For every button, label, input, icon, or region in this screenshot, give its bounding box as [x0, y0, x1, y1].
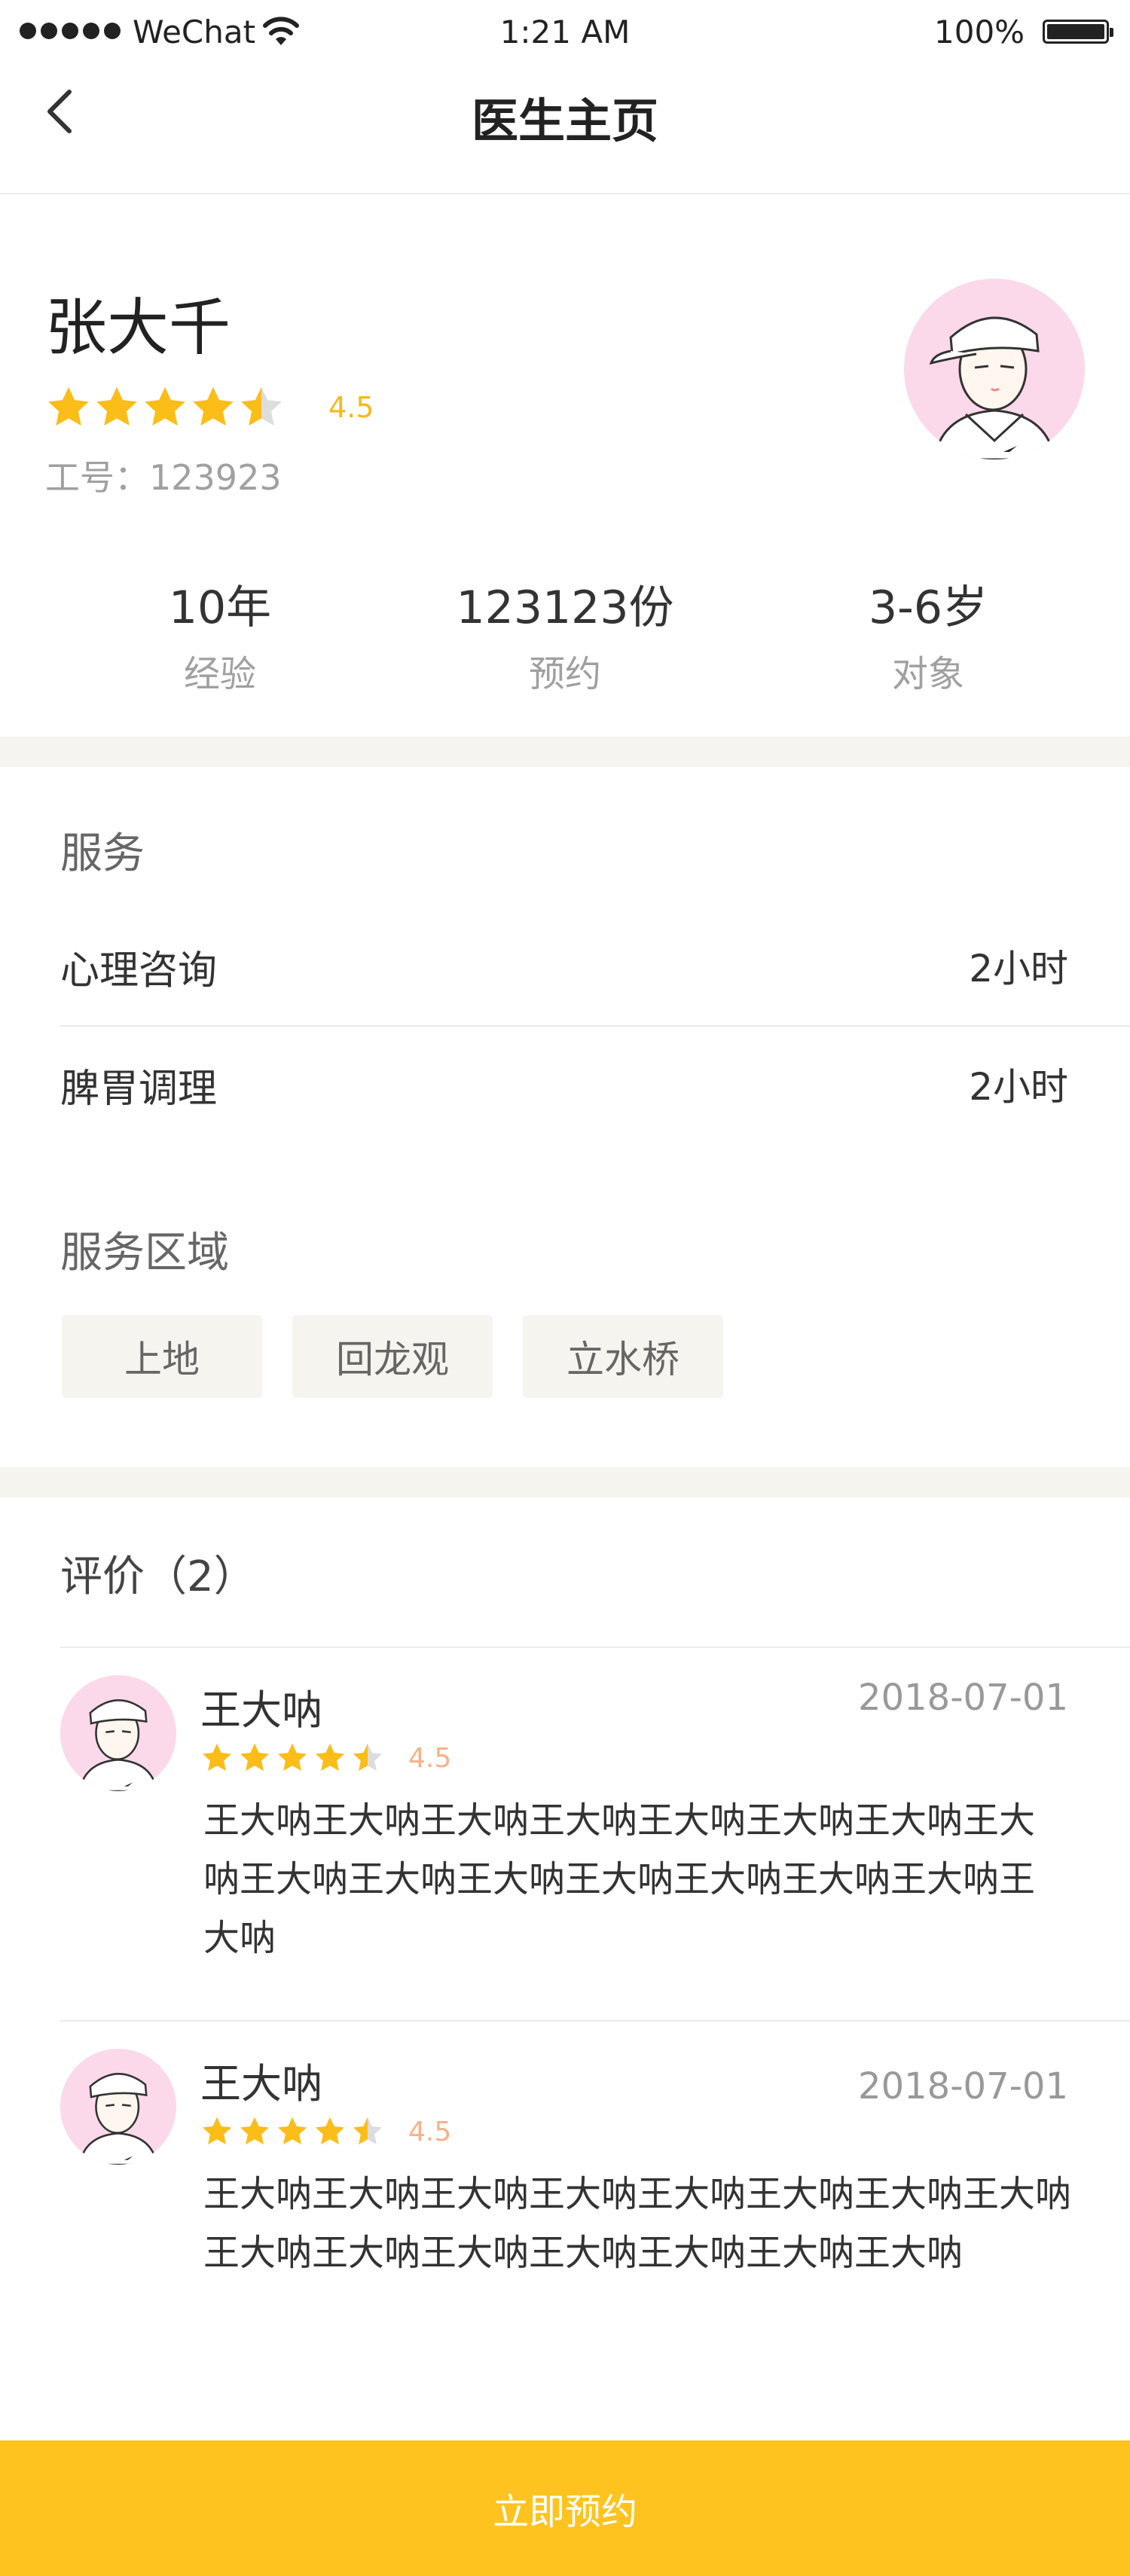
star-icon [48, 386, 89, 426]
services-section: 服务 心理咨询 2小时 脾胃调理 2小时 服务区域 上地 回龙观 立水桥 [0, 767, 1130, 1467]
rating-score: 4.5 [328, 391, 374, 424]
half-star-icon [241, 386, 282, 426]
stat-label: 经验 [183, 653, 256, 695]
star-icon [193, 386, 234, 426]
reviewer-avatar [60, 2049, 176, 2165]
rating-score: 4.5 [408, 1742, 452, 1774]
doctor-rating: 4.5 [45, 384, 374, 431]
star-icon [315, 2117, 345, 2145]
service-name: 心理咨询 [60, 948, 218, 993]
stat-value: 3-6岁 [869, 581, 988, 634]
battery-icon [1043, 20, 1113, 44]
review-item: 王大呐 2018-07-01 4.5 王大呐王大呐王大呐王大呐王大呐王大呐王大呐… [60, 1648, 1130, 2022]
review-rating: 4.5 [200, 2115, 451, 2148]
service-item[interactable]: 脾胃调理 2小时 [60, 1028, 1130, 1145]
stat-value: 10年 [168, 581, 272, 634]
service-duration: 2小时 [969, 947, 1068, 990]
stat-appointments: 123123份 预约 [414, 571, 716, 697]
stat-value: 123123份 [456, 581, 674, 634]
star-icon [240, 1743, 270, 1772]
section-divider [0, 1467, 1130, 1497]
doctor-profile-page: WeChat 1:21 AM 100% 医生主页 张大千 4.5 工号：1239… [0, 0, 1130, 2576]
service-area-title: 服务区域 [60, 1228, 229, 1277]
review-content: 王大呐王大呐王大呐王大呐王大呐王大呐王大呐王大呐王大呐王大呐王大呐王大呐王大呐王… [203, 1799, 1036, 1959]
stat-target-age: 3-6岁 对象 [777, 571, 1079, 697]
star-icon [240, 2117, 270, 2145]
review-date: 2018-07-01 [858, 2065, 1068, 2107]
doctor-profile-card: 张大千 4.5 工号：123923 10年 经验 123123份 预约 3-6岁… [0, 194, 1130, 737]
reviews-section: 评价（2） 王大呐 2018-07-01 4.5 王大呐王大呐王大呐王大呐王大呐… [0, 1497, 1130, 2439]
stat-label: 预约 [528, 653, 601, 695]
doctor-avatar [904, 279, 1085, 459]
rating-score: 4.5 [408, 2116, 452, 2147]
services-title: 服务 [60, 829, 145, 878]
reviewer-name: 王大呐 [200, 1686, 322, 1734]
stat-label: 对象 [891, 653, 964, 695]
section-divider [0, 737, 1130, 767]
stat-experience: 10年 经验 [69, 571, 371, 697]
star-icon [96, 386, 137, 426]
book-now-button[interactable]: 立即预约 [0, 2440, 1130, 2576]
page-title: 医生主页 [471, 93, 658, 148]
review-rating: 4.5 [200, 1741, 451, 1775]
service-area-tags: 上地 回龙观 立水桥 [62, 1315, 723, 1398]
area-tag[interactable]: 回龙观 [292, 1315, 493, 1398]
star-icon [277, 2117, 307, 2145]
review-item: 王大呐 2018-07-01 4.5 王大呐王大呐王大呐王大呐王大呐王大呐王大呐… [60, 2022, 1130, 2398]
star-icon [315, 1743, 345, 1772]
star-icon [145, 386, 185, 426]
half-star-icon [353, 1743, 383, 1772]
reviewer-avatar [60, 1675, 176, 1791]
service-duration: 2小时 [969, 1065, 1068, 1109]
star-icon [202, 2117, 232, 2145]
doctor-stats: 10年 经验 123123份 预约 3-6岁 对象 [0, 571, 1130, 722]
employee-id: 工号：123923 [45, 457, 282, 498]
review-content: 王大呐王大呐王大呐王大呐王大呐王大呐王大呐王大呐王大呐王大呐王大呐王大呐王大呐王… [203, 2173, 1072, 2274]
status-bar: WeChat 1:21 AM 100% [0, 0, 1130, 66]
doctor-name: 张大千 [45, 292, 231, 364]
review-date: 2018-07-01 [858, 1677, 1068, 1719]
half-star-icon [353, 2117, 383, 2145]
battery-percentage: 100% [934, 14, 1025, 50]
area-tag[interactable]: 上地 [62, 1315, 262, 1398]
service-item[interactable]: 心理咨询 2小时 [60, 910, 1130, 1027]
service-name: 脾胃调理 [60, 1067, 218, 1112]
area-tag[interactable]: 立水桥 [523, 1315, 723, 1398]
reviews-title: 评价（2） [60, 1552, 256, 1601]
reviewer-name: 王大呐 [200, 2060, 322, 2107]
navigation-bar: 医生主页 [0, 66, 1130, 194]
star-icon [202, 1743, 232, 1772]
star-icon [277, 1743, 307, 1772]
